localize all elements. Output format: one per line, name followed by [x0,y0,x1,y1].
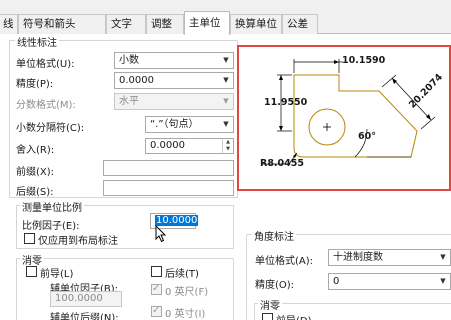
sub-unit-factor-input[interactable]: 100.0000 [50,291,122,307]
angular-precision-label: 精度(O): [255,280,295,291]
zero-feet-label: 0 英尺(F) [165,287,209,298]
angular-leading-zero-checkbox[interactable] [262,313,273,320]
tab-primary-units[interactable]: 主单位 [184,11,230,35]
angular-dimensions-legend: 角度标注 [252,228,296,243]
fraction-format-label: 分数格式(M): [16,100,76,111]
linear-dimensions-legend: 线性标注 [15,34,59,49]
leading-zero-label: 前导(L) [40,269,74,280]
chevron-down-icon: ▼ [223,120,229,128]
tab-symbols-arrows[interactable]: 符号和箭头 [18,14,106,34]
trailing-zero-checkbox[interactable] [151,266,162,277]
tab-alternate-units[interactable]: 换算单位 [230,14,282,34]
layout-only-checkbox[interactable] [24,233,35,244]
decimal-separator-select[interactable]: “.”（句点） ▼ [145,116,234,133]
prefix-label: 前缀(X): [16,167,55,178]
angular-precision-select[interactable]: 0 ▼ [328,273,451,290]
leading-zero-checkbox[interactable] [26,266,37,277]
angular-unit-format-select[interactable]: 十进制度数 ▼ [328,249,451,266]
zero-inches-checkbox[interactable] [151,305,162,317]
chevron-down-icon: ▼ [223,97,229,105]
spin-down-icon[interactable]: ▼ [223,146,233,153]
angular-unit-format-label: 单位格式(A): [255,256,314,267]
unit-format-select[interactable]: 小数 ▼ [114,52,234,69]
preview-dim-angle: 60° [358,131,376,142]
precision-select[interactable]: 0.0000 ▼ [114,72,234,89]
fraction-format-select[interactable]: 水平 ▼ [114,93,234,110]
angular-zero-suppression-legend: 消零 [258,297,282,312]
prefix-input[interactable] [103,160,234,176]
preview-dim-left: 11.9550 [264,97,308,108]
scale-legend: 测量单位比例 [20,199,84,214]
tab-lines[interactable]: 线 [0,14,18,34]
sub-unit-suffix-label: 辅单位后缀(N): [50,313,119,320]
suffix-label: 后缀(S): [16,187,54,198]
chevron-down-icon: ▼ [440,253,446,261]
suffix-input[interactable] [103,180,234,196]
mouse-cursor-icon [155,225,167,243]
spinner[interactable]: ▲ ▼ [222,139,233,153]
decimal-separator-label: 小数分隔符(C): [16,123,85,134]
zero-feet-checkbox[interactable] [151,283,162,295]
preview-dim-radius: R8.0455 [260,158,304,169]
tab-text[interactable]: 文字 [106,14,146,34]
trailing-zero-label: 后续(T) [165,269,199,280]
round-off-input[interactable]: 0.0000 ▲ ▼ [145,138,234,154]
chevron-down-icon: ▼ [223,56,229,64]
chevron-down-icon: ▼ [440,277,446,285]
precision-label: 精度(P): [16,79,54,90]
layout-only-label: 仅应用到布局标注 [38,236,118,247]
dimension-preview: 10.1590 11.9550 20.2074 60° R8.0455 [237,45,451,191]
round-off-label: 舍入(R): [16,145,55,156]
scale-factor-label: 比例因子(E): [22,221,80,232]
preview-dim-top: 10.1590 [342,55,386,66]
zero-inches-label: 0 英寸(I) [165,309,206,320]
spin-up-icon[interactable]: ▲ [223,139,233,146]
unit-format-label: 单位格式(U): [16,59,75,70]
tab-tolerances[interactable]: 公差 [282,14,318,34]
chevron-down-icon: ▼ [223,76,229,84]
angular-leading-zero-label: 前导(D) [276,312,312,320]
tab-fit[interactable]: 调整 [146,14,184,34]
